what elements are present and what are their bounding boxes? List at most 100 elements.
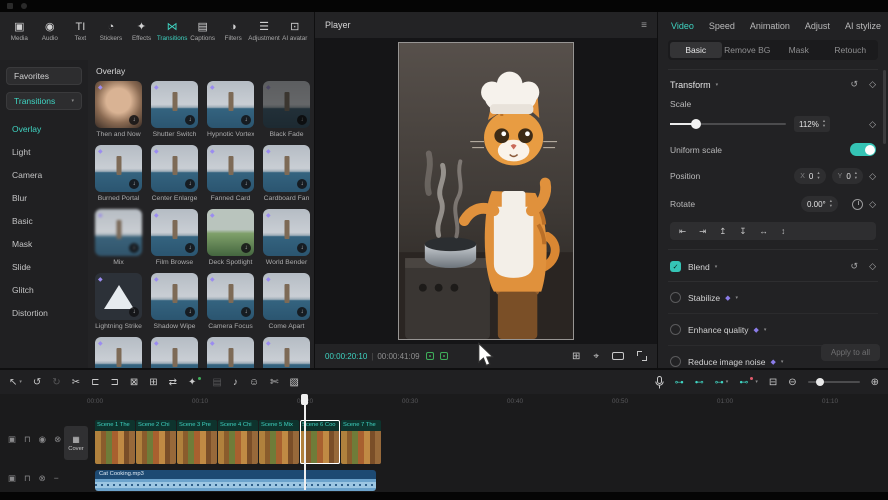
- scale-value-box[interactable]: 112% ▴▾: [794, 116, 830, 132]
- slider-knob[interactable]: [691, 119, 701, 129]
- transition-item[interactable]: ◆↓Lightning Strike: [95, 273, 142, 330]
- pip-icon[interactable]: ⊞: [572, 351, 580, 362]
- download-icon[interactable]: ↓: [297, 115, 307, 125]
- tab-adjust[interactable]: Adjust: [805, 21, 830, 31]
- stepper-down-icon[interactable]: ▾: [823, 124, 825, 129]
- toolbar-tab-text[interactable]: TIText: [65, 17, 96, 58]
- audio-clip[interactable]: Cat Cooking.mp3: [95, 470, 376, 491]
- transition-item[interactable]: ◆↓Camera Focus: [207, 273, 254, 330]
- timeline-clip-selected[interactable]: Scene 6 Coo: [300, 420, 340, 464]
- sidebar-item-overlay[interactable]: Overlay: [0, 117, 88, 140]
- sidebar-item-distortion[interactable]: Distortion: [0, 301, 88, 324]
- transition-item[interactable]: ◆↓Cardboard Fan: [263, 145, 310, 202]
- stepper-down-icon[interactable]: ▾: [855, 176, 857, 181]
- preview-toggle[interactable]: ⊷▾: [739, 377, 758, 388]
- transition-item[interactable]: ◆: [263, 337, 310, 368]
- transition-item[interactable]: ◆↓Burned Portal: [95, 145, 142, 202]
- timeline-zoom-slider[interactable]: [808, 381, 860, 383]
- download-icon[interactable]: ↓: [241, 179, 251, 189]
- timeline-clip[interactable]: Scene 2 Chi: [136, 420, 176, 464]
- tab-ai-stylize[interactable]: AI stylize: [845, 21, 881, 31]
- chevron-down-icon[interactable]: ▾: [716, 82, 719, 88]
- smart-tools-button[interactable]: ✦: [188, 377, 201, 388]
- render-indicator-icon[interactable]: [426, 352, 434, 360]
- timeline-clip[interactable]: Scene 4 Chi: [218, 420, 258, 464]
- crop-button[interactable]: ⊞: [149, 377, 157, 388]
- audio-tool-button[interactable]: ♪: [233, 377, 238, 388]
- toolbar-tab-transitions[interactable]: ⋈Transitions: [157, 17, 188, 58]
- align-center-v-icon[interactable]: ↕: [781, 226, 785, 236]
- cover-button[interactable]: ▦ Cover: [64, 426, 88, 460]
- display-mode-icon[interactable]: ⊟: [769, 377, 777, 388]
- chevron-down-icon[interactable]: ▾: [715, 264, 718, 270]
- linking-toggle[interactable]: ⊷: [695, 377, 704, 388]
- align-top-icon[interactable]: ↥: [719, 226, 726, 237]
- download-icon[interactable]: ↓: [185, 179, 195, 189]
- transition-item[interactable]: ◆↓Fanned Card: [207, 145, 254, 202]
- mute-icon[interactable]: ⊗: [39, 473, 46, 484]
- align-center-h-icon[interactable]: ↔: [760, 226, 769, 236]
- toolbar-tab-media[interactable]: ▣Media: [4, 17, 35, 58]
- transition-item[interactable]: ◆↓Black Fade: [263, 81, 310, 138]
- transition-item[interactable]: ◆↓Mix: [95, 209, 142, 266]
- playhead-handle[interactable]: [301, 394, 308, 405]
- tab-speed[interactable]: Speed: [709, 21, 735, 31]
- stabilize-checkbox[interactable]: [670, 292, 681, 303]
- position-x-field[interactable]: X 0 ▴▾: [794, 168, 825, 184]
- collapse-icon[interactable]: −: [54, 473, 59, 484]
- transition-item[interactable]: ◆: [151, 337, 198, 368]
- timeline-clip[interactable]: Scene 1 The: [95, 420, 135, 464]
- timeline-clip[interactable]: Scene 5 Mix: [259, 420, 299, 464]
- trim-left-button[interactable]: ⊏: [91, 377, 99, 388]
- lock-icon[interactable]: ⊓: [24, 434, 31, 445]
- fullscreen-icon[interactable]: [637, 351, 647, 361]
- transition-item[interactable]: ◆↓World Bender: [263, 209, 310, 266]
- transition-item[interactable]: ◆↓Film Browse: [151, 209, 198, 266]
- subtab-basic[interactable]: Basic: [670, 42, 722, 58]
- video-preview[interactable]: [398, 42, 574, 340]
- redo-button[interactable]: ↻: [52, 377, 60, 388]
- trim-right-button[interactable]: ⊐: [110, 377, 118, 388]
- position-y-field[interactable]: Y 0 ▴▾: [832, 168, 863, 184]
- chevron-down-icon[interactable]: ▾: [736, 295, 739, 301]
- reset-icon[interactable]: ↺: [851, 261, 859, 272]
- reduce-noise-checkbox[interactable]: [670, 356, 681, 367]
- visibility-icon[interactable]: ◉: [39, 434, 46, 445]
- align-right-icon[interactable]: ⇥: [699, 226, 706, 237]
- download-icon[interactable]: ↓: [129, 179, 139, 189]
- filmstrip-button[interactable]: ▤: [212, 377, 221, 388]
- toolbar-tab-captions[interactable]: ▤Captions: [187, 17, 218, 58]
- sidebar-item-light[interactable]: Light: [0, 140, 88, 163]
- subtab-remove-bg[interactable]: Remove BG: [722, 42, 774, 58]
- scale-slider[interactable]: [670, 123, 786, 125]
- timeline-clip[interactable]: Scene 3 Pre: [177, 420, 217, 464]
- timeline-clip[interactable]: Scene 7 The: [341, 420, 381, 464]
- transition-item[interactable]: ◆↓Shutter Switch: [151, 81, 198, 138]
- snap-toggle[interactable]: ⊶▾: [715, 377, 729, 388]
- tab-video[interactable]: Video: [671, 21, 694, 31]
- blend-checkbox[interactable]: ✓: [670, 261, 681, 272]
- download-icon[interactable]: ↓: [297, 307, 307, 317]
- tab-animation[interactable]: Animation: [750, 21, 790, 31]
- download-icon[interactable]: ↓: [185, 243, 195, 253]
- sidebar-item-glitch[interactable]: Glitch: [0, 278, 88, 301]
- zoom-out-icon[interactable]: ⊖: [788, 377, 796, 388]
- uniform-scale-toggle[interactable]: [850, 143, 876, 156]
- sidebar-item-slide[interactable]: Slide: [0, 255, 88, 278]
- sidebar-item-blur[interactable]: Blur: [0, 186, 88, 209]
- render-indicator-icon[interactable]: [440, 352, 448, 360]
- download-icon[interactable]: ↓: [129, 115, 139, 125]
- download-icon[interactable]: ↓: [241, 243, 251, 253]
- toolbar-tab-filters[interactable]: ◑Filters: [218, 17, 249, 58]
- toolbar-tab-effects[interactable]: ✦Effects: [126, 17, 157, 58]
- transition-item[interactable]: ◆: [207, 337, 254, 368]
- subtab-mask[interactable]: Mask: [773, 42, 825, 58]
- keyframe-icon[interactable]: ◇: [869, 199, 876, 210]
- download-icon[interactable]: ↓: [185, 115, 195, 125]
- avatar-tool-button[interactable]: ☺: [249, 377, 259, 388]
- toolbar-tab-adjustment[interactable]: ☰Adjustment: [249, 17, 280, 58]
- video-preview-area[interactable]: [315, 38, 657, 344]
- delete-button[interactable]: ⊠: [130, 377, 138, 388]
- transition-item[interactable]: ◆↓Shadow Wipe: [151, 273, 198, 330]
- snapshot-icon[interactable]: ⌖: [593, 351, 599, 362]
